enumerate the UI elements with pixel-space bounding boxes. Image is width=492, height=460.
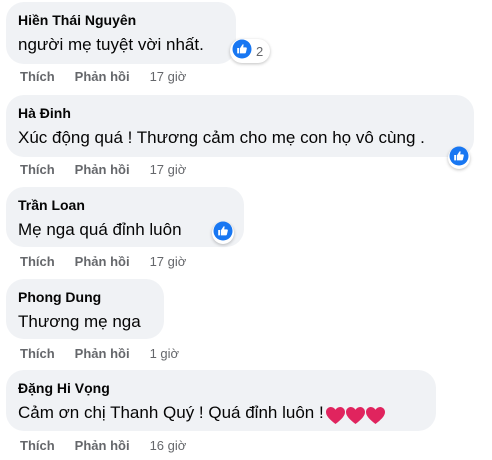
comment-actions: Thích Phản hồi 17 giờ [20, 69, 186, 85]
comment: Phong Dung Thương mẹ nga Thích Phản hồi … [6, 277, 492, 369]
reply-button[interactable]: Phản hồi [75, 254, 130, 270]
heart-emoji [365, 407, 385, 425]
heart-emoji [325, 407, 345, 425]
comment-timestamp[interactable]: 1 giờ [150, 346, 180, 362]
comment-text: Cảm ơn chị Thanh Quý ! Quá đỉnh luôn ! [18, 403, 324, 422]
comment-actions: Thích Phản hồi 16 giờ [20, 438, 186, 454]
comment-bubble: Trần Loan Mẹ nga quá đỉnh luôn [6, 187, 244, 247]
comment-text: Mẹ nga quá đỉnh luôn [18, 220, 182, 239]
like-icon [213, 221, 233, 246]
comment-author[interactable]: Phong Dung [18, 288, 152, 306]
comment-bubble: Đặng Hi Vọng Cảm ơn chị Thanh Quý ! Quá … [6, 370, 436, 431]
comment-text-line: Cảm ơn chị Thanh Quý ! Quá đỉnh luôn ! [18, 402, 424, 426]
comment: Trần Loan Mẹ nga quá đỉnh luôn Thích Phả… [6, 185, 492, 277]
like-button[interactable]: Thích [20, 254, 55, 270]
comment-actions: Thích Phản hồi 17 giờ [20, 162, 186, 178]
reply-button[interactable]: Phản hồi [75, 346, 130, 362]
comment-text: Xúc động quá ! Thương cảm cho mẹ con họ … [18, 128, 425, 147]
like-button[interactable]: Thích [20, 69, 55, 85]
comment: Hiền Thái Nguyên người mẹ tuyệt vời nhất… [6, 0, 492, 92]
comment-author[interactable]: Đặng Hi Vọng [18, 379, 424, 397]
heart-emojis [325, 404, 385, 426]
comment-actions: Thích Phản hồi 1 giờ [20, 346, 179, 362]
comment-timestamp[interactable]: 17 giờ [150, 69, 187, 85]
comment-bubble: Hà Đinh Xúc động quá ! Thương cảm cho mẹ… [6, 95, 474, 157]
comment-text: Thương mẹ nga [18, 312, 141, 331]
reply-button[interactable]: Phản hồi [75, 69, 130, 85]
like-icon [449, 146, 469, 171]
comment-timestamp[interactable]: 17 giờ [150, 162, 187, 178]
comment-timestamp[interactable]: 16 giờ [150, 438, 187, 454]
comment-author[interactable]: Hiền Thái Nguyên [18, 11, 224, 29]
comment-timestamp[interactable]: 17 giờ [150, 254, 187, 270]
reaction-summary[interactable]: 2 [230, 39, 271, 64]
like-button[interactable]: Thích [20, 438, 55, 454]
heart-emoji [345, 407, 365, 425]
comment: Hà Đinh Xúc động quá ! Thương cảm cho mẹ… [6, 93, 492, 185]
comment: Đặng Hi Vọng Cảm ơn chị Thanh Quý ! Quá … [6, 368, 492, 460]
comment-author[interactable]: Trần Loan [18, 196, 232, 214]
like-icon [232, 39, 252, 64]
reaction-summary[interactable] [212, 221, 234, 246]
comment-bubble: Phong Dung Thương mẹ nga [6, 279, 164, 339]
reaction-summary[interactable] [448, 146, 470, 171]
reaction-count: 2 [256, 43, 264, 59]
comment-text: người mẹ tuyệt vời nhất. [18, 35, 204, 54]
comment-bubble: Hiền Thái Nguyên người mẹ tuyệt vời nhất… [6, 2, 236, 64]
reply-button[interactable]: Phản hồi [75, 438, 130, 454]
like-button[interactable]: Thích [20, 346, 55, 362]
reply-button[interactable]: Phản hồi [75, 162, 130, 178]
comment-author[interactable]: Hà Đinh [18, 104, 462, 122]
like-button[interactable]: Thích [20, 162, 55, 178]
comment-actions: Thích Phản hồi 17 giờ [20, 254, 186, 270]
